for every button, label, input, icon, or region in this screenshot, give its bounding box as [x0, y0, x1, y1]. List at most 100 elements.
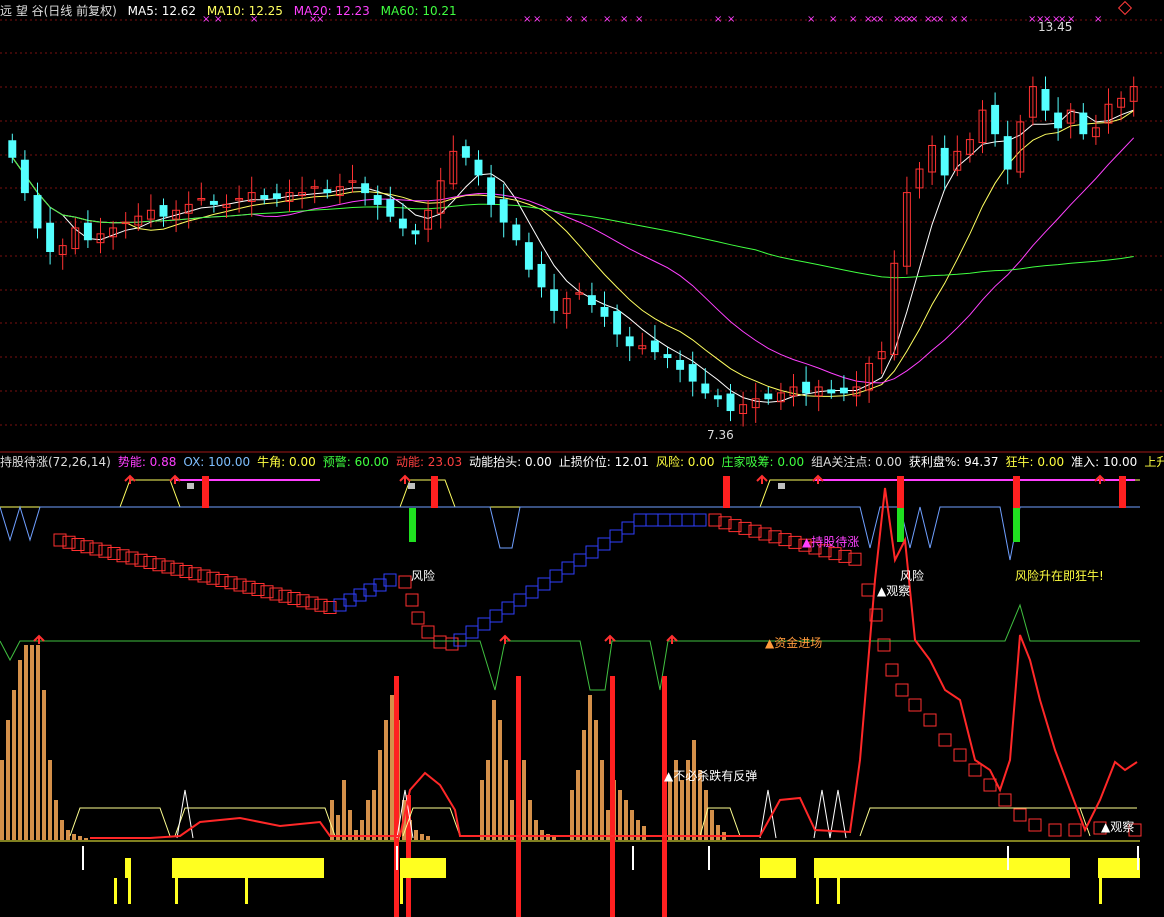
low-price-label: 7.36 — [707, 428, 734, 442]
trend-box — [465, 625, 479, 639]
candle-body — [940, 147, 949, 176]
signal-bar — [723, 476, 730, 508]
trend-band-line — [0, 479, 1140, 508]
candle-body — [398, 218, 407, 229]
observe-label: ▲观察 — [877, 584, 911, 598]
signal-tick — [632, 846, 634, 870]
trend-box — [405, 593, 419, 607]
trend-box — [1028, 818, 1042, 832]
risk-rise-label: 风险升在即狂牛! — [1015, 569, 1104, 583]
candle-body — [20, 159, 29, 194]
trend-box — [501, 601, 515, 615]
volume-bar — [366, 800, 370, 840]
volume-bar — [600, 760, 604, 840]
signal-x-mark: × — [829, 14, 837, 25]
trend-box — [489, 609, 503, 623]
trend-box — [421, 625, 435, 639]
signal-marker — [778, 483, 785, 489]
candle-body — [386, 199, 395, 217]
candle-body — [1054, 112, 1063, 129]
candle-body — [688, 364, 697, 382]
signal-block — [400, 878, 403, 904]
volume-bar — [342, 780, 346, 840]
up-arrow-icon — [812, 474, 824, 484]
trend-box — [895, 683, 909, 697]
ma10-line — [11, 110, 1134, 397]
ma20-line — [11, 137, 1135, 384]
volume-bar — [0, 760, 4, 840]
chart-title: 远 望 谷(日线 前复权) — [0, 4, 117, 18]
volume-bar — [78, 836, 82, 840]
signal-block — [172, 858, 324, 878]
signal-block — [175, 878, 178, 904]
signal-x-mark: × — [849, 14, 857, 25]
ma60-line — [11, 157, 1134, 279]
candle-body — [8, 140, 17, 158]
trend-box — [923, 713, 937, 727]
trend-box — [398, 575, 412, 589]
volume-bar — [668, 780, 672, 840]
signal-bar — [1119, 476, 1126, 508]
signal-block — [114, 878, 117, 904]
signal-bar — [897, 476, 904, 508]
ma10-label: MA10: 12.25 — [206, 4, 283, 18]
indicator-value: 预警: 60.00 — [322, 455, 389, 469]
candle-body — [474, 159, 483, 176]
indicator-value: 止损价位: 12.01 — [558, 455, 649, 469]
candle-body — [1079, 112, 1088, 135]
volume-bar — [618, 790, 622, 840]
candle-body — [272, 193, 281, 199]
volume-bar — [528, 800, 532, 840]
candle-body — [499, 199, 508, 223]
volume-bar — [582, 730, 586, 840]
signal-x-mark: × — [876, 14, 884, 25]
signal-x-mark: × — [807, 14, 815, 25]
candle-body — [512, 224, 521, 241]
signal-tick — [708, 846, 710, 870]
candlestick-series — [8, 76, 1138, 427]
trend-box — [908, 698, 922, 712]
indicator-value: OX: 100.00 — [183, 455, 251, 469]
ma20-label: MA20: 12.23 — [293, 4, 370, 18]
trend-box — [633, 513, 647, 527]
trend-box — [573, 553, 587, 567]
candle-body — [839, 387, 848, 394]
candle-body — [802, 381, 811, 394]
volume-bar — [36, 645, 40, 840]
candle-body — [487, 177, 496, 205]
trend-box — [537, 577, 551, 591]
high-price-label: 13.45 — [1038, 20, 1073, 34]
candle-body — [537, 263, 546, 288]
volume-bar — [330, 800, 334, 840]
signal-bar — [516, 676, 521, 917]
volume-bar — [594, 720, 598, 840]
volume-bar — [588, 695, 592, 840]
volume-bar — [72, 834, 76, 840]
up-arrow-icon — [604, 634, 616, 644]
volume-bar — [66, 830, 70, 840]
trend-box — [561, 561, 575, 575]
indicator-value: 准入: 10.00 — [1071, 455, 1138, 469]
volume-bar — [6, 720, 10, 840]
candle-body — [46, 222, 55, 253]
signal-bar — [897, 508, 904, 542]
signal-x-mark: × — [727, 14, 735, 25]
signal-x-mark: × — [714, 14, 722, 25]
signal-block — [816, 878, 819, 904]
signal-block — [814, 858, 1070, 878]
indicator-value: 势能: 0.88 — [117, 455, 177, 469]
trend-box — [453, 633, 467, 647]
volume-bar — [18, 660, 22, 840]
up-arrow-icon — [756, 474, 768, 484]
trend-box — [983, 778, 997, 792]
signal-bar — [394, 676, 399, 917]
trend-box — [1013, 808, 1027, 822]
cost-line — [69, 807, 171, 837]
signal-x-mark: × — [910, 14, 918, 25]
volume-bar — [510, 800, 514, 840]
signal-bar — [1013, 476, 1020, 508]
volume-bar — [420, 834, 424, 840]
signal-bar — [409, 508, 416, 542]
volume-bar — [522, 760, 526, 840]
trend-box — [669, 513, 683, 527]
